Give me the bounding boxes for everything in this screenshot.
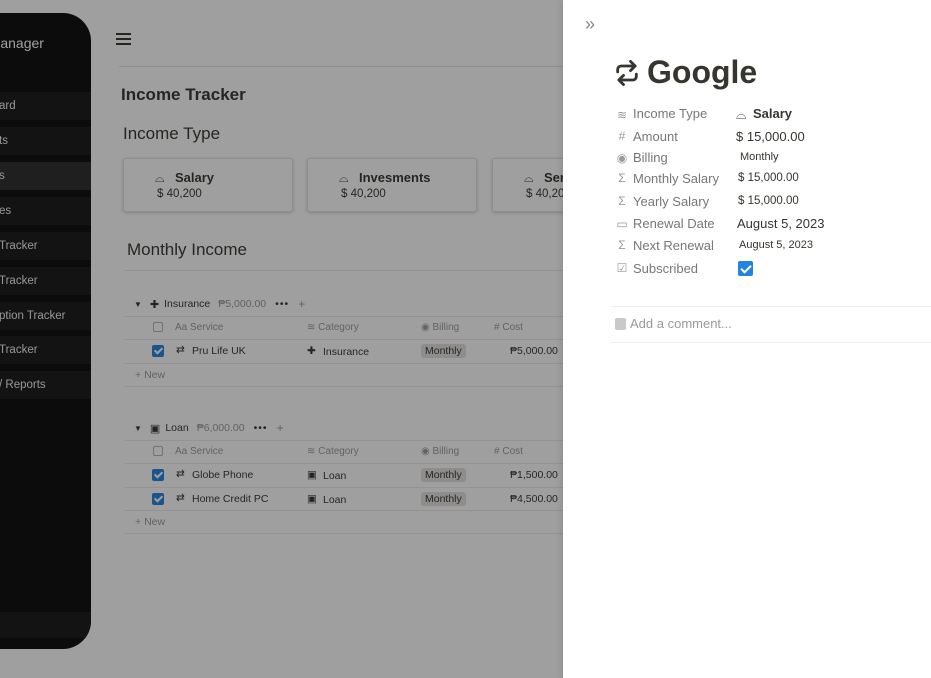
comment-input[interactable] <box>630 316 910 331</box>
side-peek-panel: » Google ≋ Income Type ⌓ Salary # Amount… <box>563 0 931 678</box>
subscribed-checkbox[interactable] <box>738 261 753 276</box>
comment-divider <box>611 342 931 343</box>
property-label-yearly-salary[interactable]: Yearly Salary <box>633 194 709 209</box>
sigma-icon: Σ <box>618 171 626 185</box>
calendar-icon: ▭ <box>616 217 628 231</box>
property-label-subscribed[interactable]: Subscribed <box>633 261 698 276</box>
modal-overlay[interactable] <box>0 0 563 678</box>
property-value-billing[interactable]: Monthly <box>740 151 779 163</box>
stack-icon: ≋ <box>616 108 628 122</box>
hash-icon: # <box>618 129 626 143</box>
property-label-next-renewal[interactable]: Next Renewal <box>633 238 714 253</box>
close-peek-icon[interactable]: » <box>585 14 595 35</box>
page-title[interactable]: Google <box>647 54 757 91</box>
avatar <box>615 318 626 330</box>
property-value-yearly-salary[interactable]: $ 15,000.00 <box>738 195 799 207</box>
property-value-income-type[interactable]: Salary <box>753 106 792 121</box>
property-value-monthly-salary[interactable]: $ 15,000.00 <box>738 172 799 184</box>
sigma-icon: Σ <box>618 238 626 252</box>
property-label-renewal-date[interactable]: Renewal Date <box>633 216 715 231</box>
select-icon: ◉ <box>616 151 628 165</box>
property-value-renewal-date[interactable]: August 5, 2023 <box>737 216 824 231</box>
peek-title-row: Google <box>613 54 757 91</box>
property-value-next-renewal[interactable]: August 5, 2023 <box>739 239 813 251</box>
property-label-billing[interactable]: Billing <box>633 150 668 165</box>
property-label-income-type[interactable]: Income Type <box>633 106 707 121</box>
property-value-amount[interactable]: $ 15,000.00 <box>736 129 805 144</box>
comment-divider <box>611 306 931 307</box>
sigma-icon: Σ <box>618 194 626 208</box>
property-label-monthly-salary[interactable]: Monthly Salary <box>633 171 719 186</box>
cloche-icon: ⌓ <box>736 107 747 122</box>
property-label-amount[interactable]: Amount <box>633 129 678 144</box>
checkbox-icon: ☑ <box>616 261 628 275</box>
repeat-icon <box>616 59 638 86</box>
